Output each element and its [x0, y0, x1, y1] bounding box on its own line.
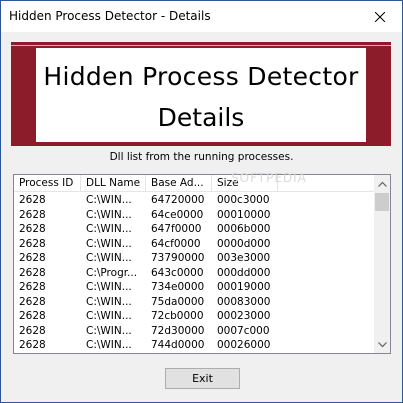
vertical-scrollbar[interactable] [374, 175, 390, 353]
banner-divider [11, 45, 391, 46]
table-cell: C:\Progr... [86, 266, 138, 279]
details-window: Hidden Process Detector - Details Hidden… [0, 0, 403, 403]
table-cell: 2628 [19, 339, 46, 351]
table-cell: 000c3000 [217, 194, 270, 206]
banner-title: Hidden Process Detector [43, 62, 359, 91]
table-cell: 75da0000 [151, 295, 205, 308]
chevron-up-icon [377, 181, 387, 187]
table-cell: 000dd000 [217, 266, 271, 279]
table-row[interactable]: 2628 C:\WIN... 73790000 003e3000 [14, 251, 376, 266]
table-cell: 0007c000 [217, 324, 270, 337]
table-row[interactable]: 2628 C:\WIN... 744d0000 00026000 [14, 338, 376, 353]
table-cell: 744d0000 [151, 339, 205, 351]
table-cell: C:\WIN... [86, 237, 132, 250]
banner-panel: Hidden Process Detector Details [36, 48, 366, 142]
table-cell: 00019000 [217, 281, 271, 293]
scroll-down-button[interactable] [374, 336, 390, 353]
table-cell: 2628 [19, 281, 46, 293]
table-cell: C:\WIN... [86, 223, 132, 235]
table-cell: 2628 [19, 324, 46, 337]
table-cell: 0000d000 [217, 237, 271, 250]
table-cell: C:\WIN... [81, 353, 146, 354]
list-header: Process ID DLL Name Base Ad... Size [14, 175, 376, 192]
table-cell: 00083000 [217, 295, 271, 308]
table-row[interactable]: 2628 C:\WIN... 647f0000 0006b000 [14, 222, 376, 237]
table-row[interactable]: 2628 C:\WIN... 734e0000 00019000 [14, 280, 376, 295]
table-cell: 2628 [14, 353, 81, 354]
table-cell: 643c0000 [151, 266, 204, 279]
column-header-process-id[interactable]: Process ID [14, 175, 81, 192]
table-row[interactable]: 2628 C:\WIN... 75da0000 00083000 [14, 295, 376, 310]
close-button[interactable] [357, 1, 402, 32]
table-cell: 2628 [19, 310, 46, 322]
scroll-thumb[interactable] [375, 193, 389, 211]
title-bar[interactable]: Hidden Process Detector - Details [1, 1, 402, 32]
close-icon [374, 11, 385, 22]
table-cell: C:\WIN... [86, 194, 132, 206]
table-cell: 2628 [19, 252, 46, 264]
table-cell: C:\WIN... [86, 295, 132, 308]
table-cell: C:\WIN... [86, 324, 132, 337]
table-cell: 2628 [19, 208, 46, 221]
banner-subtitle: Details [157, 103, 245, 132]
exit-button[interactable]: Exit [165, 368, 240, 389]
table-cell: 00010000 [217, 208, 271, 221]
table-cell: C:\WIN... [86, 252, 132, 264]
table-row[interactable]: 2628 C:\WIN... 64720000 000c3000 [14, 193, 376, 208]
table-cell: C:\WIN... [86, 339, 132, 351]
table-cell: 2628 [19, 194, 46, 206]
window-title: Hidden Process Detector - Details [9, 9, 211, 23]
chevron-down-icon [377, 341, 387, 347]
table-cell: 64ce0000 [151, 208, 204, 221]
table-cell: 2628 [19, 266, 46, 279]
table-cell: C:\WIN... [86, 208, 132, 221]
header-banner: Hidden Process Detector Details [11, 42, 391, 146]
table-cell: 72cb0000 [151, 310, 204, 322]
dll-list-view[interactable]: Process ID DLL Name Base Ad... Size 2628… [13, 174, 391, 354]
table-row[interactable]: 2628 C:\WIN... 72d30000 0007c000 [14, 324, 376, 339]
table-cell: 00026000 [217, 339, 271, 351]
table-cell: 734e0000 [151, 281, 205, 293]
table-cell: 00023000 [217, 310, 271, 322]
table-cell: 64cf0000 [151, 237, 201, 250]
watermark: SOFTPEDIA [231, 171, 307, 185]
table-cell: 647f0000 [151, 223, 202, 235]
table-cell: C:\WIN... [86, 310, 132, 322]
table-row[interactable]: 2628 C:\WIN... 64ce0000 00010000 [14, 208, 376, 223]
table-row[interactable]: 2628 C:\WIN... 64cf0000 0000d000 [14, 237, 376, 252]
table-cell: 2628 [19, 237, 46, 250]
table-cell: 72d30000 [151, 324, 205, 337]
dll-list-caption: Dll list from the running processes. [109, 151, 294, 163]
table-cell: 003e3000 [217, 252, 271, 264]
list-body: 2628 C:\WIN... 64720000 000c3000 2628 C:\WIN.… [14, 193, 376, 354]
table-row[interactable]: 2628 C:\Progr... 643c0000 000dd000 [14, 266, 376, 281]
table-cell: 2628 [19, 295, 46, 308]
table-cell: 73790000 [151, 252, 205, 264]
column-header-base-address[interactable]: Base Ad... [146, 175, 212, 192]
table-cell: 0006b000 [217, 223, 271, 235]
column-header-dll-name[interactable]: DLL Name [81, 175, 146, 192]
table-cell: 64720000 [151, 194, 205, 206]
table-row[interactable]: 2628C:\WIN...75e000000028000 [14, 353, 376, 354]
table-cell: C:\WIN... [86, 281, 132, 293]
table-row[interactable]: 2628 C:\WIN... 72cb0000 00023000 [14, 309, 376, 324]
table-cell: 00028000 [212, 353, 278, 354]
table-cell: 2628 [19, 223, 46, 235]
table-cell: 75e0000 [146, 353, 212, 354]
scroll-up-button[interactable] [374, 175, 390, 192]
